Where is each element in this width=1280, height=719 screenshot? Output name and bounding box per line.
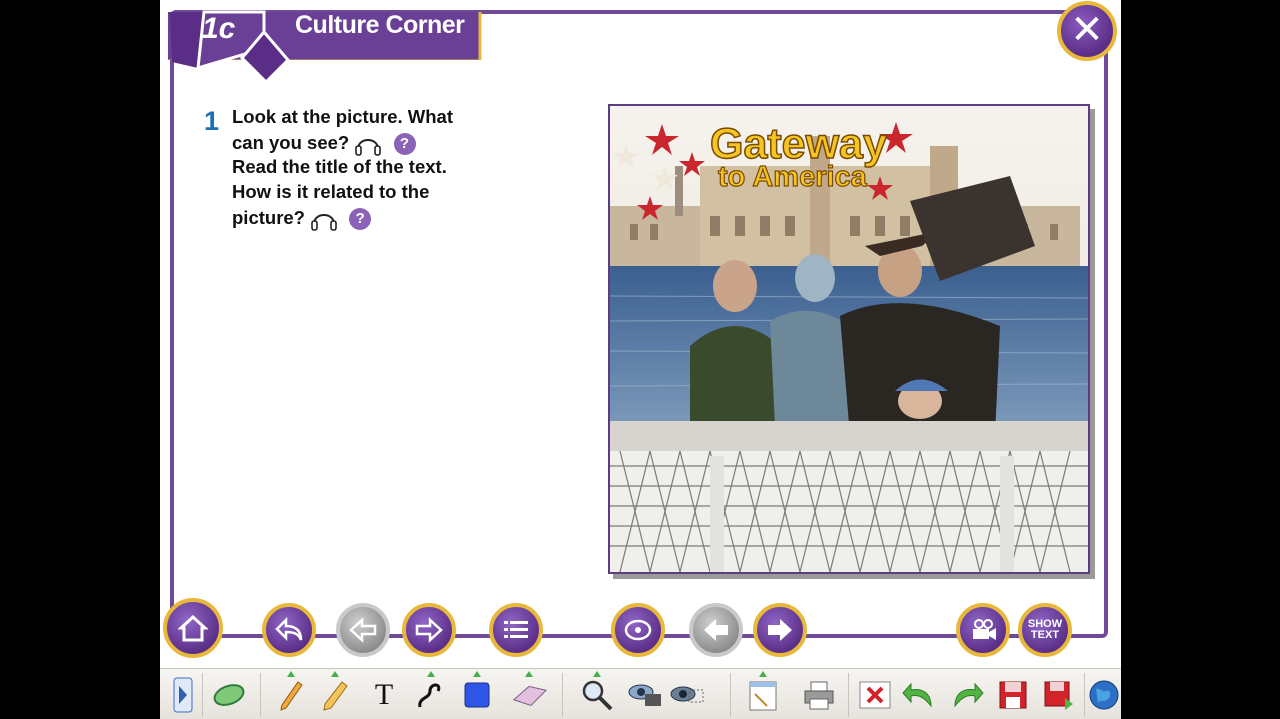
unit-number: 1c <box>202 12 236 45</box>
picture-title-line2: to America <box>718 161 868 193</box>
right-letterbox <box>1121 0 1280 719</box>
magnifier-icon <box>582 680 613 711</box>
spotlight-tool[interactable] <box>626 675 664 715</box>
show-text-label-2: TEXT <box>1030 629 1060 641</box>
highlighter-icon <box>323 681 348 711</box>
annotation-toolbar: T <box>160 668 1121 719</box>
redo-icon <box>954 682 984 708</box>
ebook-page: 1c Culture Corner ✕ 1 Look at the pictur… <box>160 0 1121 719</box>
help-button[interactable]: ? <box>393 133 416 155</box>
audio-cd-icon <box>624 619 652 641</box>
globe-icon <box>1089 680 1119 710</box>
exercise-number: 1 <box>204 106 220 136</box>
expand-toolbar-button[interactable] <box>168 675 198 715</box>
print-icon <box>804 681 834 710</box>
new-page-icon <box>749 681 777 711</box>
freehand-tool[interactable] <box>412 671 450 715</box>
list-icon <box>504 621 528 638</box>
headphones-icon[interactable] <box>354 131 382 157</box>
zoom-tool[interactable] <box>578 671 616 715</box>
save-as-button[interactable] <box>1040 675 1078 715</box>
text-tool[interactable]: T <box>365 675 403 715</box>
pencil-icon <box>280 681 303 711</box>
arrow-right-icon <box>768 619 792 641</box>
reveal-tool[interactable] <box>668 675 706 715</box>
new-page-button[interactable] <box>744 671 782 715</box>
exercise-line-with-icons: picture? ? <box>232 206 372 232</box>
clear-button[interactable] <box>856 675 894 715</box>
return-icon <box>275 617 303 642</box>
undo-button[interactable] <box>900 675 938 715</box>
highlighter-tool[interactable] <box>316 671 354 715</box>
web-button[interactable] <box>1085 675 1121 715</box>
home-icon <box>178 614 208 642</box>
headphones-icon[interactable] <box>310 206 338 232</box>
eraser-icon <box>512 685 548 706</box>
exercise-line: can you see? <box>232 131 350 153</box>
arrow-right-icon <box>415 617 443 643</box>
text-tool-icon: T <box>374 678 394 711</box>
freehand-icon <box>418 683 441 708</box>
menu-button[interactable] <box>489 603 543 657</box>
left-letterbox <box>0 0 160 719</box>
page-next-button[interactable] <box>753 603 807 657</box>
help-button[interactable]: ? <box>349 208 372 230</box>
save-as-icon <box>1044 681 1073 710</box>
video-camera-icon <box>973 619 996 640</box>
expand-arrow-icon <box>173 677 193 713</box>
arrow-left-icon <box>349 617 377 643</box>
back-button[interactable] <box>262 603 316 657</box>
gateway-to-america-picture: Gateway to America <box>608 104 1090 574</box>
show-text-button[interactable]: SHOW TEXT <box>1018 603 1072 657</box>
save-icon <box>999 681 1027 709</box>
home-button[interactable] <box>163 598 223 658</box>
exercise-line: Look at the picture. What <box>232 106 453 127</box>
clear-icon <box>859 681 891 709</box>
page-previous-button[interactable] <box>689 603 743 657</box>
exercise-line: Read the title of the text. <box>232 156 447 177</box>
section-title: Culture Corner <box>295 11 465 39</box>
pencil-tool[interactable] <box>272 671 310 715</box>
mouse-icon <box>213 684 245 706</box>
redo-button[interactable] <box>948 675 986 715</box>
shape-tool[interactable] <box>458 671 496 715</box>
shape-icon <box>464 682 490 708</box>
arrow-left-icon <box>704 619 728 641</box>
video-button[interactable] <box>956 603 1010 657</box>
close-icon: ✕ <box>1070 7 1104 53</box>
save-button[interactable] <box>994 675 1032 715</box>
exercise-line: How is it related to the <box>232 181 430 202</box>
reveal-icon <box>670 686 704 703</box>
undo-icon <box>902 682 932 708</box>
next-button[interactable] <box>402 603 456 657</box>
select-tool[interactable] <box>210 675 248 715</box>
exercise-line: picture? <box>232 206 305 228</box>
exercise-line-with-icons: can you see? ? <box>232 131 416 157</box>
audio-button[interactable] <box>611 603 665 657</box>
eraser-tool[interactable] <box>510 671 548 715</box>
close-button[interactable]: ✕ <box>1057 1 1117 61</box>
spotlight-icon <box>628 684 661 706</box>
previous-button[interactable] <box>336 603 390 657</box>
print-button[interactable] <box>800 675 838 715</box>
